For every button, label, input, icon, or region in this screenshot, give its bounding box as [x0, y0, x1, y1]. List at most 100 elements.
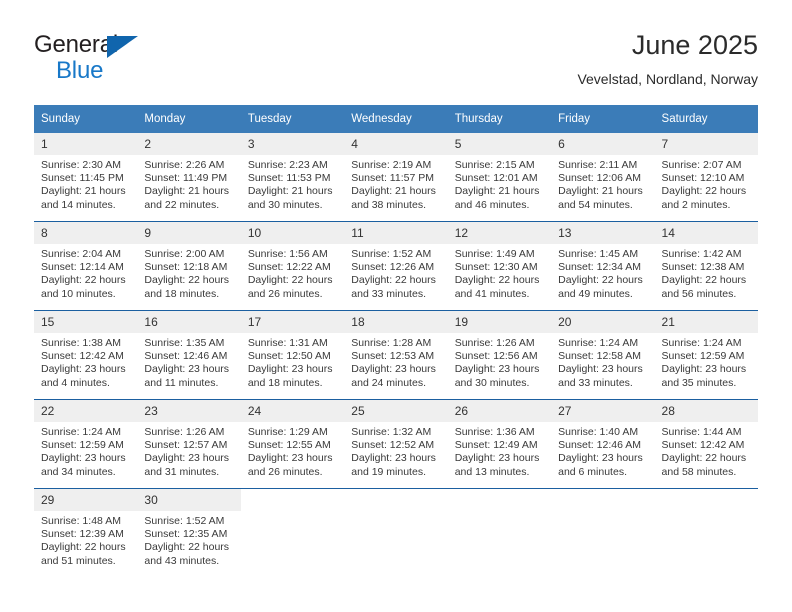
day-details: Sunrise: 1:36 AM Sunset: 12:49 AM Daylight…: [448, 422, 551, 479]
sunset-text: Sunset: 12:39 AM: [41, 528, 124, 541]
sunrise-text: Sunrise: 1:52 AM: [351, 248, 432, 260]
sunrise-text: Sunrise: 2:23 AM: [247, 159, 328, 171]
calendar-day-cell[interactable]: 16 Sunrise: 1:35 AM Sunset: 12:46 AM Daylig…: [137, 310, 241, 400]
calendar-day-cell[interactable]: 2 Sunrise: 2:26 AM Sunset: 11:49 PM Dayligh…: [137, 133, 241, 222]
daylight-text-line2: and 2 minutes.: [661, 198, 731, 211]
daylight-text-line2: and 38 minutes.: [351, 198, 426, 211]
calendar-day-cell[interactable]: 25 Sunrise: 1:32 AM Sunset: 12:52 AM Daylig…: [344, 399, 448, 489]
sunrise-text: Sunrise: 2:11 AM: [558, 159, 638, 171]
calendar-day-cell[interactable]: 22 Sunrise: 1:24 AM Sunset: 12:59 AM Daylig…: [34, 399, 138, 489]
calendar-day-cell[interactable]: 5 Sunrise: 2:15 AM Sunset: 12:01 AM Dayligh…: [447, 133, 552, 222]
calendar-day-cell[interactable]: 3 Sunrise: 2:23 AM Sunset: 11:53 PM Dayligh…: [240, 133, 345, 222]
sunrise-text: Sunrise: 2:19 AM: [351, 159, 432, 171]
calendar-day-cell[interactable]: 29 Sunrise: 1:48 AM Sunset: 12:39 AM Daylig…: [34, 488, 138, 577]
sunrise-text: Sunrise: 2:00 AM: [144, 248, 225, 260]
daylight-text-line1: Daylight: 21 hours: [144, 185, 230, 198]
calendar-day-cell[interactable]: 23 Sunrise: 1:26 AM Sunset: 12:57 AM Daylig…: [137, 399, 241, 489]
calendar-day-cell[interactable]: 30 Sunrise: 1:52 AM Sunset: 12:35 AM Daylig…: [137, 488, 241, 577]
day-number: 30: [137, 489, 241, 511]
sunset-text: Sunset: 12:55 AM: [247, 439, 331, 452]
daylight-text-line1: Daylight: 23 hours: [454, 452, 540, 465]
daylight-text-line2: and 6 minutes.: [558, 465, 627, 478]
day-number: 24: [240, 400, 345, 422]
calendar-day-cell[interactable]: 12 Sunrise: 1:49 AM Sunset: 12:30 AM Daylig…: [447, 221, 552, 311]
day-number: 29: [34, 489, 138, 511]
day-details: Sunrise: 1:44 AM Sunset: 12:42 AM Daylight…: [655, 422, 758, 479]
day-details: Sunrise: 1:26 AM Sunset: 12:56 AM Daylight…: [448, 333, 551, 390]
day-details: Sunrise: 2:30 AM Sunset: 11:45 PM Daylight…: [34, 155, 137, 212]
daylight-text-line1: Daylight: 23 hours: [558, 363, 643, 376]
calendar-week-row: 29 Sunrise: 1:48 AM Sunset: 12:39 AM Daylig…: [34, 488, 758, 577]
calendar-week-row: 8 Sunrise: 2:04 AM Sunset: 12:14 AM Dayligh…: [34, 221, 758, 311]
day-details: Sunrise: 2:11 AM Sunset: 12:06 AM Daylight…: [551, 155, 654, 212]
sunset-text: Sunset: 12:46 AM: [144, 350, 228, 363]
calendar-day-cell[interactable]: 19 Sunrise: 1:26 AM Sunset: 12:56 AM Daylig…: [447, 310, 552, 400]
calendar-day-cell[interactable]: 4 Sunrise: 2:19 AM Sunset: 11:57 PM Dayligh…: [344, 133, 448, 222]
sunrise-text: Sunrise: 1:26 AM: [144, 426, 225, 438]
calendar-day-cell[interactable]: 11 Sunrise: 1:52 AM Sunset: 12:26 AM Daylig…: [344, 221, 448, 311]
calendar-day-cell[interactable]: 18 Sunrise: 1:28 AM Sunset: 12:53 AM Daylig…: [344, 310, 448, 400]
daylight-text-line2: and 26 minutes.: [247, 287, 323, 300]
daylight-text-line2: and 30 minutes.: [454, 376, 530, 389]
daylight-text-line1: Daylight: 23 hours: [144, 363, 230, 376]
calendar-day-cell[interactable]: 28 Sunrise: 1:44 AM Sunset: 12:42 AM Daylig…: [654, 399, 758, 489]
calendar-day-cell[interactable]: 6 Sunrise: 2:11 AM Sunset: 12:06 AM Dayligh…: [551, 133, 655, 222]
daylight-text-line1: Daylight: 23 hours: [351, 452, 436, 465]
sunrise-text: Sunrise: 1:24 AM: [41, 426, 121, 438]
day-details: Sunrise: 1:52 AM Sunset: 12:26 AM Daylight…: [344, 244, 447, 301]
daylight-text-line1: Daylight: 23 hours: [41, 452, 126, 465]
daylight-text-line1: Daylight: 22 hours: [661, 274, 747, 287]
sunset-text: Sunset: 12:18 AM: [144, 261, 228, 274]
daylight-text-line2: and 24 minutes.: [351, 376, 426, 389]
sunset-text: Sunset: 12:26 AM: [351, 261, 435, 274]
calendar-day-cell[interactable]: 7 Sunrise: 2:07 AM Sunset: 12:10 AM Dayligh…: [654, 133, 758, 222]
calendar-cell-empty: [654, 488, 758, 577]
daylight-text-line2: and 19 minutes.: [351, 465, 426, 478]
calendar-day-cell[interactable]: 8 Sunrise: 2:04 AM Sunset: 12:14 AM Dayligh…: [34, 221, 138, 311]
sunset-text: Sunset: 12:57 AM: [144, 439, 228, 452]
weekday-header-monday: Monday: [137, 105, 241, 133]
sunrise-text: Sunrise: 1:26 AM: [454, 337, 535, 349]
daylight-text-line2: and 34 minutes.: [41, 465, 116, 478]
sunset-text: Sunset: 12:59 AM: [41, 439, 124, 452]
calendar-day-cell[interactable]: 17 Sunrise: 1:31 AM Sunset: 12:50 AM Daylig…: [240, 310, 345, 400]
calendar-day-cell[interactable]: 27 Sunrise: 1:40 AM Sunset: 12:46 AM Daylig…: [551, 399, 655, 489]
day-number: [447, 489, 552, 511]
day-details: Sunrise: 1:26 AM Sunset: 12:57 AM Daylight…: [137, 422, 240, 479]
calendar-day-cell[interactable]: 1 Sunrise: 2:30 AM Sunset: 11:45 PM Dayligh…: [34, 133, 138, 222]
sunrise-text: Sunrise: 1:24 AM: [558, 337, 639, 349]
daylight-text-line1: Daylight: 21 hours: [454, 185, 540, 198]
day-details: Sunrise: 2:04 AM Sunset: 12:14 AM Daylight…: [34, 244, 137, 301]
daylight-text-line1: Daylight: 23 hours: [454, 363, 540, 376]
calendar-day-cell[interactable]: 14 Sunrise: 1:42 AM Sunset: 12:38 AM Daylig…: [654, 221, 758, 311]
calendar-day-cell[interactable]: 10 Sunrise: 1:56 AM Sunset: 12:22 AM Daylig…: [240, 221, 345, 311]
calendar-day-cell[interactable]: 26 Sunrise: 1:36 AM Sunset: 12:49 AM Daylig…: [447, 399, 552, 489]
sunset-text: Sunset: 12:59 AM: [661, 350, 745, 363]
calendar-day-cell[interactable]: 21 Sunrise: 1:24 AM Sunset: 12:59 AM Daylig…: [654, 310, 758, 400]
day-details: Sunrise: 2:15 AM Sunset: 12:01 AM Daylight…: [448, 155, 551, 212]
sunrise-text: Sunrise: 1:44 AM: [661, 426, 742, 438]
daylight-text-line2: and 18 minutes.: [247, 376, 323, 389]
daylight-text-line1: Daylight: 22 hours: [247, 274, 333, 287]
daylight-text-line1: Daylight: 21 hours: [351, 185, 436, 198]
daylight-text-line1: Daylight: 22 hours: [661, 185, 747, 198]
daylight-text-line2: and 35 minutes.: [661, 376, 737, 389]
day-number: 27: [551, 400, 655, 422]
calendar-day-cell[interactable]: 20 Sunrise: 1:24 AM Sunset: 12:58 AM Daylig…: [551, 310, 655, 400]
sunrise-text: Sunrise: 2:26 AM: [144, 159, 225, 171]
calendar-day-cell[interactable]: 15 Sunrise: 1:38 AM Sunset: 12:42 AM Daylig…: [34, 310, 138, 400]
sunset-text: Sunset: 12:38 AM: [661, 261, 745, 274]
sunrise-text: Sunrise: 2:15 AM: [454, 159, 535, 171]
calendar-header-row: Sunday Monday Tuesday Wednesday Thursday…: [34, 105, 758, 133]
sunrise-text: Sunrise: 1:31 AM: [247, 337, 328, 349]
day-details: Sunrise: 1:56 AM Sunset: 12:22 AM Daylight…: [241, 244, 344, 301]
day-number: 1: [34, 133, 138, 155]
daylight-text-line2: and 33 minutes.: [351, 287, 426, 300]
day-number: 13: [551, 222, 655, 244]
calendar-day-cell[interactable]: 9 Sunrise: 2:00 AM Sunset: 12:18 AM Dayligh…: [137, 221, 241, 311]
day-number: 5: [447, 133, 552, 155]
calendar-day-cell[interactable]: 24 Sunrise: 1:29 AM Sunset: 12:55 AM Daylig…: [240, 399, 345, 489]
triangle-icon: [107, 36, 138, 58]
day-details: Sunrise: 1:24 AM Sunset: 12:59 AM Daylight…: [34, 422, 137, 479]
calendar-day-cell[interactable]: 13 Sunrise: 1:45 AM Sunset: 12:34 AM Daylig…: [551, 221, 655, 311]
